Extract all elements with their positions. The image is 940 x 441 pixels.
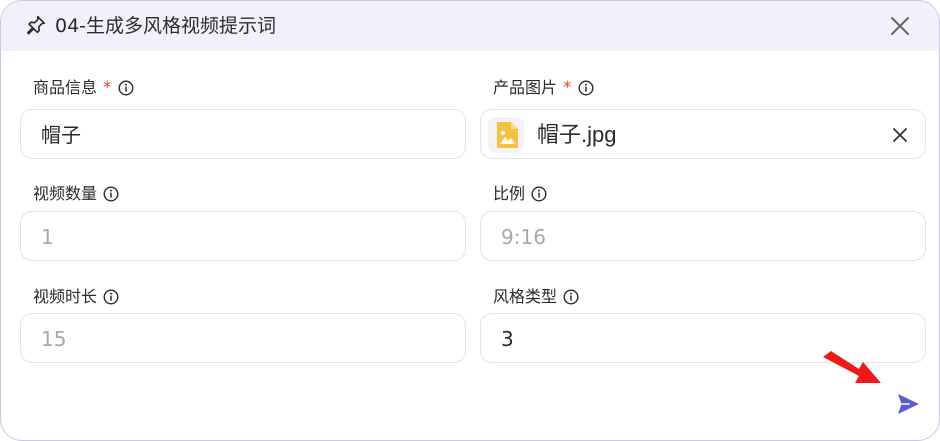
video-duration-label-text: 视频时长 [33,287,98,306]
dialog-title: 04-生成多风格视频提示词 [55,15,277,37]
product-info-label: 商品信息 * [33,77,134,99]
video-duration-placeholder: 15 [41,327,67,351]
info-icon[interactable] [578,80,594,96]
ratio-label: 比例 [493,183,547,205]
pin-icon [26,15,46,35]
info-icon[interactable] [563,289,579,305]
video-duration-label: 视频时长 [33,286,119,308]
ratio-label-text: 比例 [493,184,526,203]
style-type-value: 3 [501,327,514,351]
product-image-label: 产品图片 * [493,77,594,99]
style-type-label: 风格类型 [493,286,579,308]
info-icon[interactable] [531,186,547,202]
info-icon[interactable] [103,186,119,202]
ratio-input[interactable]: 9:16 [480,211,926,261]
video-count-input[interactable]: 1 [20,211,466,261]
video-count-label-text: 视频数量 [33,184,98,203]
video-duration-input[interactable]: 15 [20,313,466,363]
product-image-upload[interactable]: 帽子.jpg [480,109,926,159]
image-file-icon [488,117,524,153]
info-icon[interactable] [118,80,134,96]
close-icon[interactable] [887,13,913,39]
style-type-label-text: 风格类型 [493,287,558,306]
file-name: 帽子.jpg [537,122,617,147]
product-info-label-text: 商品信息 [33,78,98,97]
video-count-placeholder: 1 [41,225,54,249]
product-info-input[interactable]: 帽子 [20,109,466,159]
dialog-panel: 04-生成多风格视频提示词 商品信息 * 帽子 产品图片 * 帽子.jpg 视频… [0,0,940,441]
send-icon[interactable] [895,391,921,417]
video-count-label: 视频数量 [33,183,119,205]
ratio-placeholder: 9:16 [501,225,546,249]
dialog-header: 04-生成多风格视频提示词 [1,1,939,51]
red-arrow-annotation-icon [823,351,881,383]
info-icon[interactable] [103,289,119,305]
remove-file-icon[interactable] [891,126,909,144]
product-info-value: 帽子 [41,123,81,147]
product-image-label-text: 产品图片 [493,78,558,97]
required-mark: * [563,78,572,98]
required-mark: * [103,78,112,98]
